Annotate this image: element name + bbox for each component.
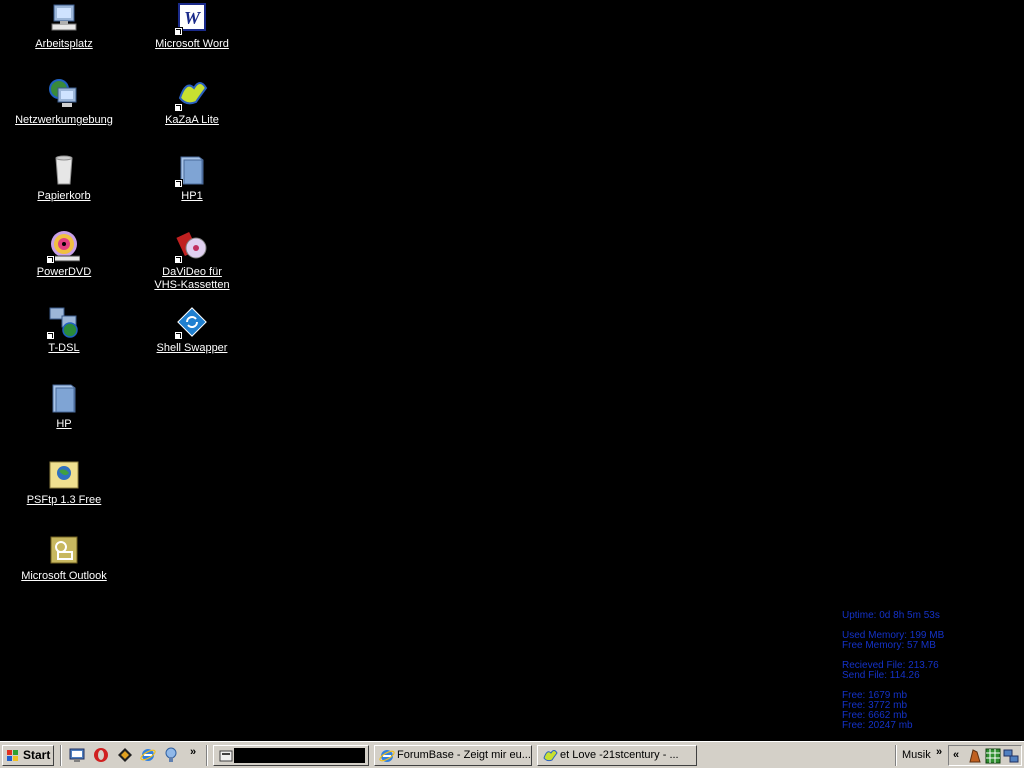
- shortcut-arrow-icon: [174, 179, 183, 188]
- word-icon: W: [174, 2, 208, 36]
- separator: [895, 745, 897, 766]
- folder-icon: [174, 154, 208, 188]
- outlook-icon: [48, 534, 80, 566]
- svg-text:W: W: [184, 8, 202, 28]
- desktop-icon-t-dsl[interactable]: T-DSL: [0, 306, 128, 355]
- system-tray: «: [948, 745, 1022, 766]
- shortcut-arrow-icon: [174, 27, 183, 36]
- psftp-icon: [48, 458, 80, 490]
- app-icon: [219, 750, 233, 762]
- toolbar-label-musik[interactable]: Musik: [902, 749, 931, 761]
- desktop-icon-label: KaZaA Lite: [165, 114, 219, 126]
- desktop-icon-psftp[interactable]: PSFtp 1.3 Free: [0, 458, 128, 507]
- internet-explorer-icon[interactable]: [140, 747, 156, 763]
- tray-app-icon[interactable]: [967, 748, 983, 764]
- kazaa-icon: [174, 78, 208, 112]
- shortcut-arrow-icon: [46, 331, 55, 340]
- task-label: ForumBase - Zeigt mir eu...: [397, 749, 531, 761]
- shortcut-arrow-icon: [46, 255, 55, 264]
- desktop-icon-papierkorb[interactable]: Papierkorb: [0, 154, 128, 203]
- desktop-icon-label: Microsoft Outlook: [21, 570, 107, 582]
- tray-grid-icon[interactable]: [985, 748, 1001, 764]
- separator: [60, 745, 62, 766]
- desktop-icon-netzwerkumgebung[interactable]: Netzwerkumgebung: [0, 78, 128, 127]
- powerdvd-icon: [46, 230, 81, 264]
- desktop-icon-label: HP1: [181, 190, 203, 202]
- shortcut-arrow-icon: [174, 103, 183, 112]
- desktop-icon-hp1[interactable]: HP1: [128, 154, 256, 203]
- kazaa-icon: [543, 750, 558, 762]
- media-icon[interactable]: [163, 747, 179, 763]
- desktop-icon-hp[interactable]: HP: [0, 382, 128, 431]
- shortcut-arrow-icon: [174, 331, 183, 340]
- desktop-icon-label: PowerDVD: [36, 266, 92, 278]
- start-button[interactable]: Start: [2, 745, 54, 766]
- desktop-icon-label: T-DSL: [48, 342, 80, 354]
- windows-logo-icon: [7, 750, 18, 761]
- quick-launch-chevron-icon[interactable]: »: [190, 746, 196, 758]
- desktop-icon-label: PSFtp 1.3 Free: [26, 494, 102, 506]
- taskbar-button[interactable]: et Love -21stcentury - ...: [537, 745, 697, 766]
- shell-swapper-icon: [174, 306, 208, 340]
- my-computer-icon: [48, 2, 80, 34]
- uptime-text: Uptime: 0d 8h 5m 53s: [842, 610, 940, 621]
- desktop-icon[interactable]: [69, 747, 85, 763]
- opera-icon[interactable]: [93, 747, 109, 763]
- desktop-icon-microsoft-outlook[interactable]: Microsoft Outlook: [0, 534, 128, 583]
- task-label: et Love -21stcentury - ...: [560, 749, 679, 761]
- separator: [206, 745, 208, 766]
- desktop-icon-label: Papierkorb: [37, 190, 91, 202]
- internet-explorer-icon: [379, 750, 395, 762]
- taskbar-button[interactable]: [213, 745, 369, 766]
- desktop-icon-davideo[interactable]: DaViDeo für VHS-Kassetten: [128, 230, 256, 292]
- tray-expand-chevron-icon[interactable]: «: [953, 749, 959, 761]
- recycle-bin-icon: [48, 154, 80, 186]
- toolbar-chevron-icon[interactable]: »: [936, 746, 942, 758]
- free-memory-text: Free Memory: 57 MB: [842, 640, 936, 651]
- desktop-icon-label: Microsoft Word: [155, 38, 229, 50]
- tray-network-icon[interactable]: [1003, 748, 1019, 764]
- desktop-icon-kazaa-lite[interactable]: KaZaA Lite: [128, 78, 256, 127]
- desktop-icon-arbeitsplatz[interactable]: Arbeitsplatz: [0, 2, 128, 51]
- shortcut-arrow-icon: [174, 255, 183, 264]
- taskbar-button[interactable]: ForumBase - Zeigt mir eu...: [374, 745, 532, 766]
- davideo-icon: [174, 230, 208, 264]
- desktop-icon-label: DaViDeo für VHS-Kassetten: [154, 266, 230, 291]
- winamp-icon[interactable]: [117, 747, 133, 763]
- desktop-icon-label: Shell Swapper: [156, 342, 228, 354]
- desktop-icon-label: HP: [56, 418, 72, 430]
- desktop-icon-shell-swapper[interactable]: Shell Swapper: [128, 306, 256, 355]
- desktop-icon-microsoft-word[interactable]: W Microsoft Word: [128, 2, 256, 51]
- desktop-icon-label: Netzwerkumgebung: [15, 114, 113, 126]
- folder-icon: [48, 382, 80, 414]
- network-places-icon: [48, 78, 80, 110]
- taskbar: Start » ForumBase - Zeigt mir eu... et L…: [0, 741, 1024, 768]
- desktop-icon-label: Arbeitsplatz: [35, 38, 93, 50]
- drive-free-text: Free: 20247 mb: [842, 720, 913, 731]
- redacted-title: [234, 748, 365, 763]
- start-label: Start: [23, 748, 51, 762]
- network-connection-icon: [46, 306, 80, 340]
- desktop-icon-powerdvd[interactable]: PowerDVD: [0, 230, 128, 279]
- sent-text: Send File: 114.26: [842, 670, 920, 681]
- system-info-overlay: Uptime: 0d 8h 5m 53s Used Memory: 199 MB…: [842, 611, 944, 731]
